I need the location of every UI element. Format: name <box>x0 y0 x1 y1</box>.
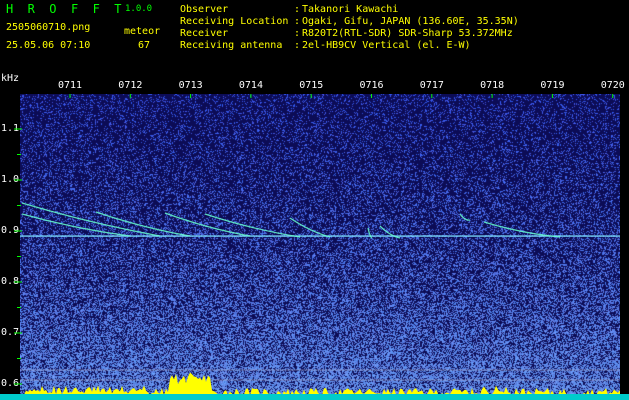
time-tick-label: 0719 <box>540 80 565 91</box>
y-axis-unit: kHz <box>1 73 20 84</box>
frequency-tick-label: 0.9 <box>1 225 20 236</box>
time-tick-label: 0720 <box>600 80 625 91</box>
time-tick-label: 0716 <box>359 80 384 91</box>
time-tick-label: 0713 <box>178 80 203 91</box>
frequency-tick-label: 0.8 <box>1 276 20 287</box>
antenna-label: Receiving antenna <box>180 40 283 51</box>
app-title: H R O F F T <box>6 2 126 16</box>
frequency-tick-label: 1.1 <box>1 123 20 134</box>
colon: : <box>294 16 301 27</box>
time-tick-label: 0714 <box>238 80 263 91</box>
location-label: Receiving Location <box>180 16 289 27</box>
time-tick-label: 0718 <box>480 80 505 91</box>
file-name: 2505060710.png <box>6 22 91 33</box>
observer-label: Observer <box>180 4 229 15</box>
frequency-tick-label: 0.6 <box>1 378 20 389</box>
colon: : <box>294 28 301 39</box>
meteor-label: meteor <box>124 26 161 37</box>
colon: : <box>294 4 301 15</box>
timestamp: 25.05.06 07:10 <box>6 40 91 51</box>
time-tick-label: 0717 <box>419 80 444 91</box>
receiver-label: Receiver <box>180 28 229 39</box>
time-tick-label: 0711 <box>58 80 83 91</box>
location-value: Ogaki, Gifu, JAPAN (136.60E, 35.35N) <box>302 16 519 27</box>
colon: : <box>294 40 301 51</box>
frequency-tick-label: 1.0 <box>1 174 20 185</box>
time-tick-label: 0715 <box>299 80 324 91</box>
hrofft-display: H R O F F T 1.0.0 2505060710.png meteor … <box>0 0 629 400</box>
spectrogram-canvas <box>20 94 620 400</box>
receiver-value: R820T2(RTL-SDR) SDR-Sharp 53.372MHz <box>302 28 513 39</box>
observer-value: Takanori Kawachi <box>302 4 399 15</box>
app-version: 1.0.0 <box>125 4 153 14</box>
frequency-tick-label: 0.7 <box>1 327 20 338</box>
antenna-value: 2el-HB9CV Vertical (el. E-W) <box>302 40 471 51</box>
time-tick-label: 0712 <box>118 80 143 91</box>
meteor-count: 67 <box>138 40 151 51</box>
